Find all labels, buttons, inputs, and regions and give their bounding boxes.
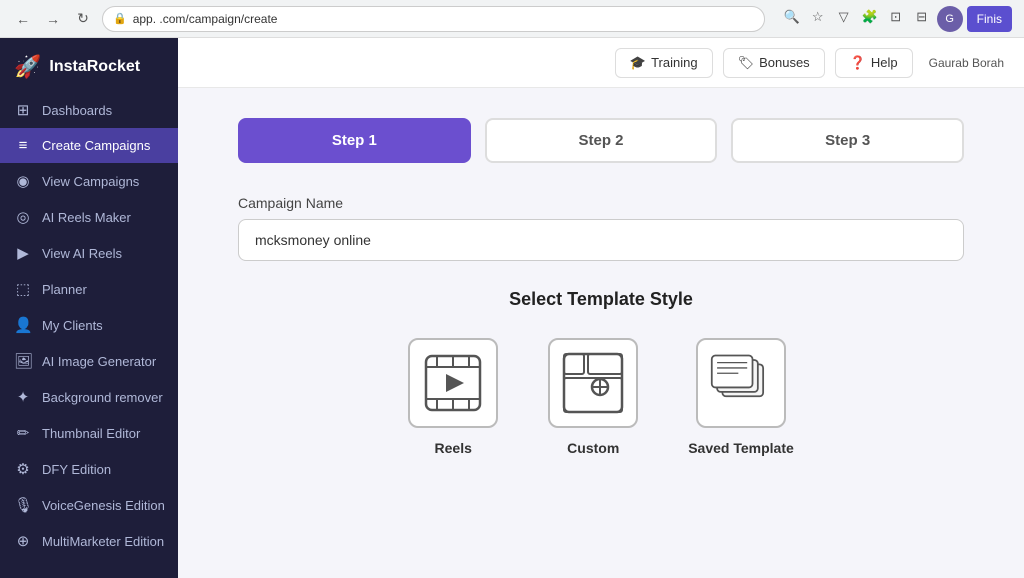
bonuses-button[interactable]: 🏷 Bonuses — [723, 48, 825, 78]
custom-icon-box — [548, 338, 638, 428]
steps-row: Step 1 Step 2 Step 3 — [238, 118, 964, 163]
help-icon: ❓ — [850, 55, 866, 71]
saved-template-svg-icon — [710, 352, 772, 414]
logo-text: InstaRocket — [49, 58, 140, 76]
step-1-button[interactable]: Step 1 — [238, 118, 471, 163]
extensions-icon[interactable]: 🧩 — [859, 6, 881, 28]
thumbnail-editor-icon: ✏ — [14, 424, 32, 442]
help-button[interactable]: ❓ Help — [835, 48, 913, 78]
sidebar-item-view-campaigns[interactable]: ◉ View Campaigns — [0, 163, 178, 199]
sidebar-item-my-clients[interactable]: 👤 My Clients — [0, 307, 178, 343]
browser-chrome: ← → ↻ 🔒 app. .com/campaign/create 🔍 ☆ ▽ … — [0, 0, 1024, 38]
sidebar-item-label: AI Image Generator — [42, 354, 156, 369]
saved-template-label: Saved Template — [688, 440, 794, 456]
sidebar-item-dashboards[interactable]: ⊞ Dashboards — [0, 92, 178, 128]
sidebar-item-voicegenesis[interactable]: 🎙 VoiceGenesis Edition — [0, 487, 178, 523]
campaign-name-section: Campaign Name — [238, 195, 964, 261]
sidebar-item-label: Background remover — [42, 390, 163, 405]
training-icon: 🎓 — [630, 55, 646, 71]
search-icon[interactable]: 🔍 — [781, 6, 803, 28]
view-campaigns-icon: ◉ — [14, 172, 32, 190]
template-style-section: Select Template Style — [238, 289, 964, 456]
app-container: 🚀 InstaRocket ⊞ Dashboards ≡ Create Camp… — [0, 38, 1024, 578]
template-card-reels[interactable]: Reels — [408, 338, 498, 456]
dashboards-icon: ⊞ — [14, 101, 32, 119]
filter-icon[interactable]: ▽ — [833, 6, 855, 28]
top-nav: 🎓 Training 🏷 Bonuses ❓ Help Gaurab Borah — [178, 38, 1024, 88]
template-style-title: Select Template Style — [238, 289, 964, 310]
sidebar-item-create-campaigns[interactable]: ≡ Create Campaigns — [0, 128, 178, 163]
template-card-saved[interactable]: Saved Template — [688, 338, 794, 456]
sidebar-item-ai-image-generator[interactable]: 🖼 AI Image Generator — [0, 343, 178, 379]
sidebar-item-thumbnail-editor[interactable]: ✏ Thumbnail Editor — [0, 415, 178, 451]
custom-svg-icon — [562, 352, 624, 414]
my-clients-icon: 👤 — [14, 316, 32, 334]
forward-button[interactable]: → — [42, 8, 64, 30]
columns-icon[interactable]: ⊟ — [911, 6, 933, 28]
sidebar-logo: 🚀 InstaRocket — [0, 38, 178, 92]
back-button[interactable]: ← — [12, 8, 34, 30]
bonuses-icon: 🏷 — [738, 55, 755, 71]
sidebar-item-label: Planner — [42, 282, 87, 297]
sidebar-item-label: Create Campaigns — [42, 138, 150, 153]
create-campaigns-icon: ≡ — [14, 137, 32, 154]
finish-button[interactable]: Finis — [967, 6, 1012, 32]
sidebar-item-label: My Clients — [42, 318, 103, 333]
sidebar: 🚀 InstaRocket ⊞ Dashboards ≡ Create Camp… — [0, 38, 178, 578]
voicegenesis-icon: 🎙 — [14, 496, 32, 514]
url-text: app. .com/campaign/create — [133, 12, 278, 26]
sidebar-item-ai-reels-maker[interactable]: ◎ AI Reels Maker — [0, 199, 178, 235]
user-name: Gaurab Borah — [929, 56, 1004, 70]
sidebar-item-label: VoiceGenesis Edition — [42, 498, 165, 513]
sidebar-item-dfy-edition[interactable]: ⚙ DFY Edition — [0, 451, 178, 487]
sidebar-item-label: View AI Reels — [42, 246, 122, 261]
sidebar-item-label: Dashboards — [42, 103, 112, 118]
address-bar[interactable]: 🔒 app. .com/campaign/create — [102, 6, 765, 32]
browser-actions: 🔍 ☆ ▽ 🧩 ⊡ ⊟ G Finis — [781, 6, 1012, 32]
sidebar-item-label: MultiMarketer Edition — [42, 534, 164, 549]
dfy-edition-icon: ⚙ — [14, 460, 32, 478]
logo-icon: 🚀 — [14, 54, 41, 80]
view-ai-reels-icon: ▶ — [14, 244, 32, 262]
multimarketer-icon: ⊕ — [14, 532, 32, 550]
ai-image-generator-icon: 🖼 — [14, 352, 32, 370]
sidebar-item-label: View Campaigns — [42, 174, 139, 189]
template-grid: Reels — [238, 338, 964, 456]
step-2-button[interactable]: Step 2 — [485, 118, 718, 163]
main-content: Step 1 Step 2 Step 3 Campaign Name Selec… — [178, 88, 1024, 578]
bookmark-icon[interactable]: ☆ — [807, 6, 829, 28]
background-remover-icon: ✦ — [14, 388, 32, 406]
sidebar-item-label: AI Reels Maker — [42, 210, 131, 225]
sidebar-item-background-remover[interactable]: ✦ Background remover — [0, 379, 178, 415]
template-card-custom[interactable]: Custom — [548, 338, 638, 456]
profile-button[interactable]: G — [937, 6, 963, 32]
main-inner: Step 1 Step 2 Step 3 Campaign Name Selec… — [178, 88, 1024, 486]
reels-svg-icon — [422, 352, 484, 414]
saved-template-icon-box — [696, 338, 786, 428]
step-3-button[interactable]: Step 3 — [731, 118, 964, 163]
reels-icon-box — [408, 338, 498, 428]
campaign-name-input[interactable] — [238, 219, 964, 261]
sidebar-item-multimarketer[interactable]: ⊕ MultiMarketer Edition — [0, 523, 178, 559]
campaign-name-label: Campaign Name — [238, 195, 964, 211]
planner-icon: ⬚ — [14, 280, 32, 298]
sidebar-item-planner[interactable]: ⬚ Planner — [0, 271, 178, 307]
training-button[interactable]: 🎓 Training — [615, 48, 713, 78]
sidebar-item-view-ai-reels[interactable]: ▶ View AI Reels — [0, 235, 178, 271]
sidebar-item-label: Thumbnail Editor — [42, 426, 140, 441]
custom-label: Custom — [567, 440, 619, 456]
reload-button[interactable]: ↻ — [72, 8, 94, 30]
reels-label: Reels — [435, 440, 472, 456]
lock-icon: 🔒 — [113, 12, 127, 25]
ai-reels-maker-icon: ◎ — [14, 208, 32, 226]
tablet-icon[interactable]: ⊡ — [885, 6, 907, 28]
sidebar-item-label: DFY Edition — [42, 462, 111, 477]
